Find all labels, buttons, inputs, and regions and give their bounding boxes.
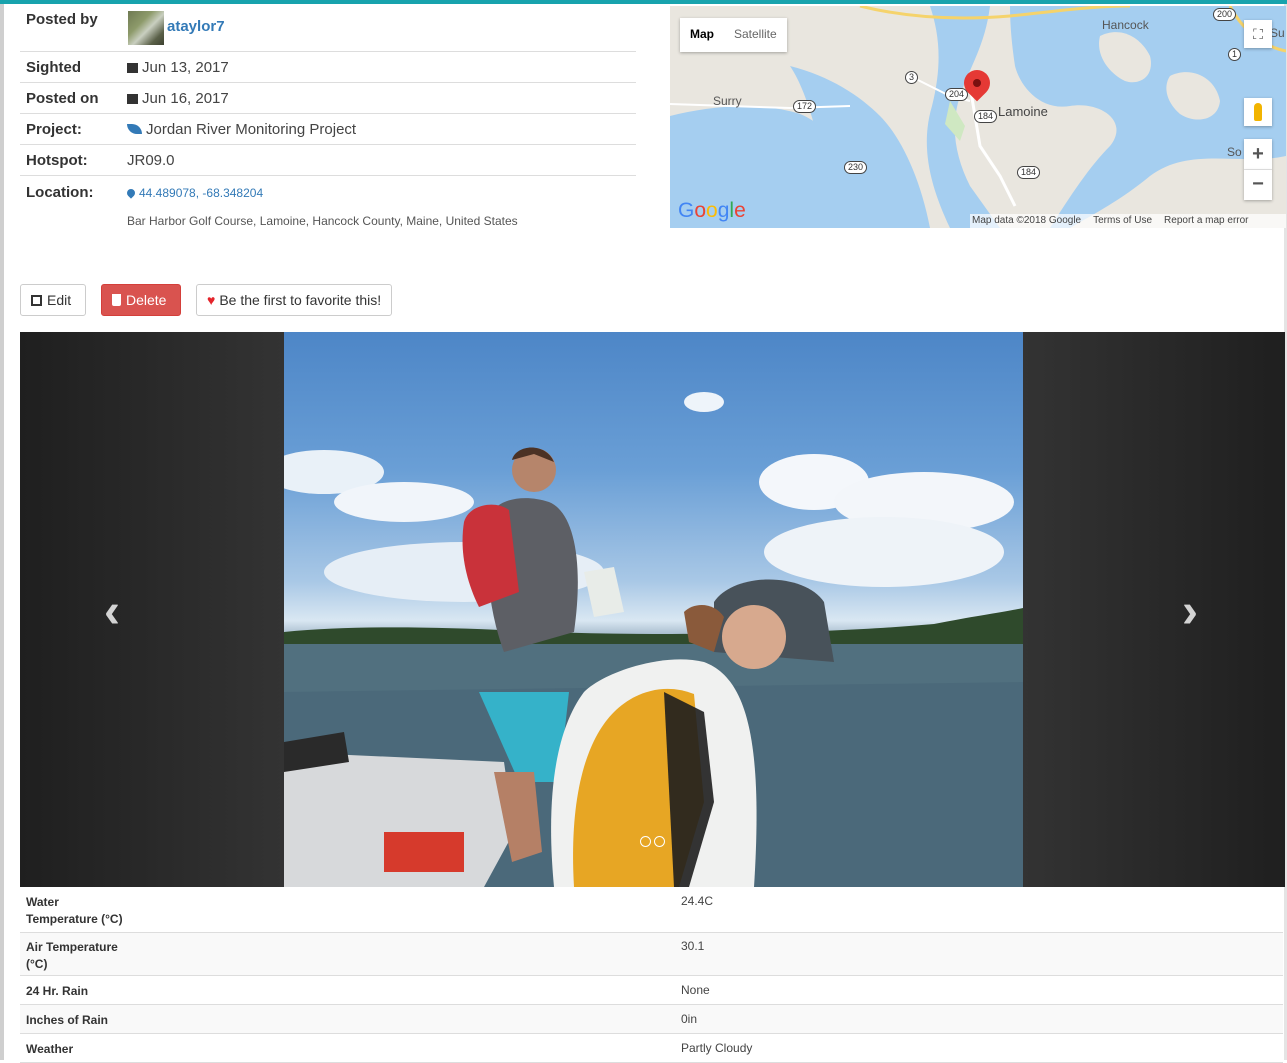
left-border <box>0 4 4 1060</box>
measurement-label: 24 Hr. Rain <box>26 984 89 998</box>
table-row: Inches of Rain 0in <box>20 1005 1283 1034</box>
map-label-lamoine: Lamoine <box>998 104 1048 119</box>
measurement-value: Partly Cloudy <box>681 1041 753 1055</box>
map-label-hancock: Hancock <box>1102 18 1149 32</box>
measurements-table: Water Temperature (°C) 24.4C Air Tempera… <box>20 888 1283 1063</box>
terms-of-use-link[interactable]: Terms of Use <box>1093 214 1152 228</box>
route-shield-204: 204 <box>945 88 969 101</box>
location-row: Location: 44.489078, -68.348204 Bar Harb… <box>20 176 636 236</box>
avatar[interactable] <box>128 11 164 45</box>
carousel-next-button[interactable]: › <box>1170 587 1210 637</box>
posted-on-value: Jun 16, 2017 <box>127 90 229 107</box>
heart-icon: ♥ <box>207 292 216 308</box>
location-label: Location: <box>26 184 94 201</box>
google-logo: Google <box>678 199 746 222</box>
map-tab-satellite[interactable]: Satellite <box>724 18 787 52</box>
map-attribution-bar: Map data ©2018 Google Terms of Use Repor… <box>970 214 1286 228</box>
carousel-prev-button[interactable]: ‹ <box>92 587 132 637</box>
sighted-label: Sighted <box>26 59 81 76</box>
table-row: Air Temperature (°C) 30.1 <box>20 933 1283 976</box>
posted-on-label: Posted on <box>26 90 99 107</box>
map-label-so: So <box>1227 145 1242 159</box>
map-label-surry: Surry <box>713 94 742 108</box>
delete-button[interactable]: Delete <box>101 284 181 316</box>
map-type-tabs: Map Satellite <box>680 18 787 52</box>
carousel-left-panel <box>20 332 284 887</box>
address-text: Bar Harbor Golf Course, Lamoine, Hancock… <box>127 214 518 228</box>
username-link[interactable]: ataylor7 <box>167 18 225 35</box>
route-shield-3: 3 <box>905 71 919 84</box>
route-shield-1: 1 <box>1228 48 1242 61</box>
sighted-row: Sighted Jun 13, 2017 <box>20 52 636 83</box>
route-shield-184b: 184 <box>1017 166 1041 179</box>
coordinates-link[interactable]: 44.489078, -68.348204 <box>125 186 264 200</box>
edit-icon <box>31 295 42 306</box>
project-row: Project: Jordan River Monitoring Project <box>20 114 636 145</box>
edit-button[interactable]: Edit <box>20 284 86 316</box>
measurement-label: Inches of Rain <box>26 1013 109 1027</box>
pegman-icon <box>1254 103 1262 121</box>
measurement-value: None <box>681 983 710 997</box>
carousel-indicator-1[interactable] <box>640 836 651 847</box>
hotspot-label: Hotspot: <box>26 152 88 169</box>
favorite-label: Be the first to favorite this! <box>219 292 382 308</box>
carousel-indicators <box>640 836 665 847</box>
posted-on-row: Posted on Jun 16, 2017 <box>20 83 636 114</box>
posted-by-label: Posted by <box>26 11 98 28</box>
table-row: Water Temperature (°C) 24.4C <box>20 888 1283 933</box>
project-label: Project: <box>26 121 82 138</box>
map-label-su: Su <box>1270 26 1285 40</box>
favorite-button[interactable]: ♥ Be the first to favorite this! <box>196 284 392 316</box>
carousel-indicator-2[interactable] <box>654 836 665 847</box>
hotspot-link[interactable]: JR09.0 <box>127 152 175 169</box>
location-map[interactable]: Map Satellite Hancock Surry Lamoine So S… <box>670 6 1286 228</box>
photo-scene <box>284 392 1023 887</box>
photo-carousel[interactable]: ‹ › <box>20 332 1285 887</box>
coordinates-value: 44.489078, -68.348204 <box>139 186 264 200</box>
report-map-error-link[interactable]: Report a map error <box>1164 214 1248 228</box>
measurement-label: Air Temperature (°C) <box>26 940 118 971</box>
carousel-right-panel <box>1023 332 1285 887</box>
edit-label: Edit <box>47 292 72 308</box>
route-shield-230: 230 <box>844 161 868 174</box>
sighting-photo <box>284 332 1023 887</box>
map-attribution: Map data ©2018 Google <box>972 215 1082 226</box>
posted-on-date: Jun 16, 2017 <box>142 90 229 107</box>
calendar-icon <box>127 63 138 73</box>
route-shield-172: 172 <box>793 100 817 113</box>
sighting-info-table: Posted by ataylor7 Sighted Jun 13, 2017 … <box>20 6 636 236</box>
posted-by-row: Posted by ataylor7 <box>20 6 636 52</box>
sighted-value: Jun 13, 2017 <box>127 59 229 76</box>
calendar-icon <box>127 94 138 104</box>
measurement-label: Water Temperature (°C) <box>26 895 123 926</box>
street-view-button[interactable] <box>1244 98 1272 126</box>
table-row: Weather Partly Cloudy <box>20 1034 1283 1063</box>
route-shield-200: 200 <box>1213 8 1237 21</box>
table-row: 24 Hr. Rain None <box>20 976 1283 1005</box>
zoom-in-button[interactable]: + <box>1244 139 1272 170</box>
hotspot-row: Hotspot: JR09.0 <box>20 145 636 176</box>
measurement-value: 0in <box>681 1012 698 1026</box>
trash-icon <box>112 294 121 306</box>
delete-label: Delete <box>126 292 167 308</box>
measurement-value: 30.1 <box>681 939 705 953</box>
zoom-out-button[interactable]: − <box>1244 170 1272 200</box>
leaf-icon <box>127 124 142 134</box>
measurement-value: 24.4C <box>681 894 714 908</box>
measurement-label: Weather <box>26 1042 74 1056</box>
fullscreen-button[interactable]: ⛶ <box>1244 20 1272 48</box>
map-marker-icon <box>125 187 137 199</box>
map-tab-map[interactable]: Map <box>680 18 724 52</box>
top-accent-bar <box>0 0 1287 4</box>
route-shield-184a: 184 <box>974 110 998 123</box>
project-name: Jordan River Monitoring Project <box>146 121 357 138</box>
project-link[interactable]: Jordan River Monitoring Project <box>127 121 356 138</box>
sighted-date: Jun 13, 2017 <box>142 59 229 76</box>
